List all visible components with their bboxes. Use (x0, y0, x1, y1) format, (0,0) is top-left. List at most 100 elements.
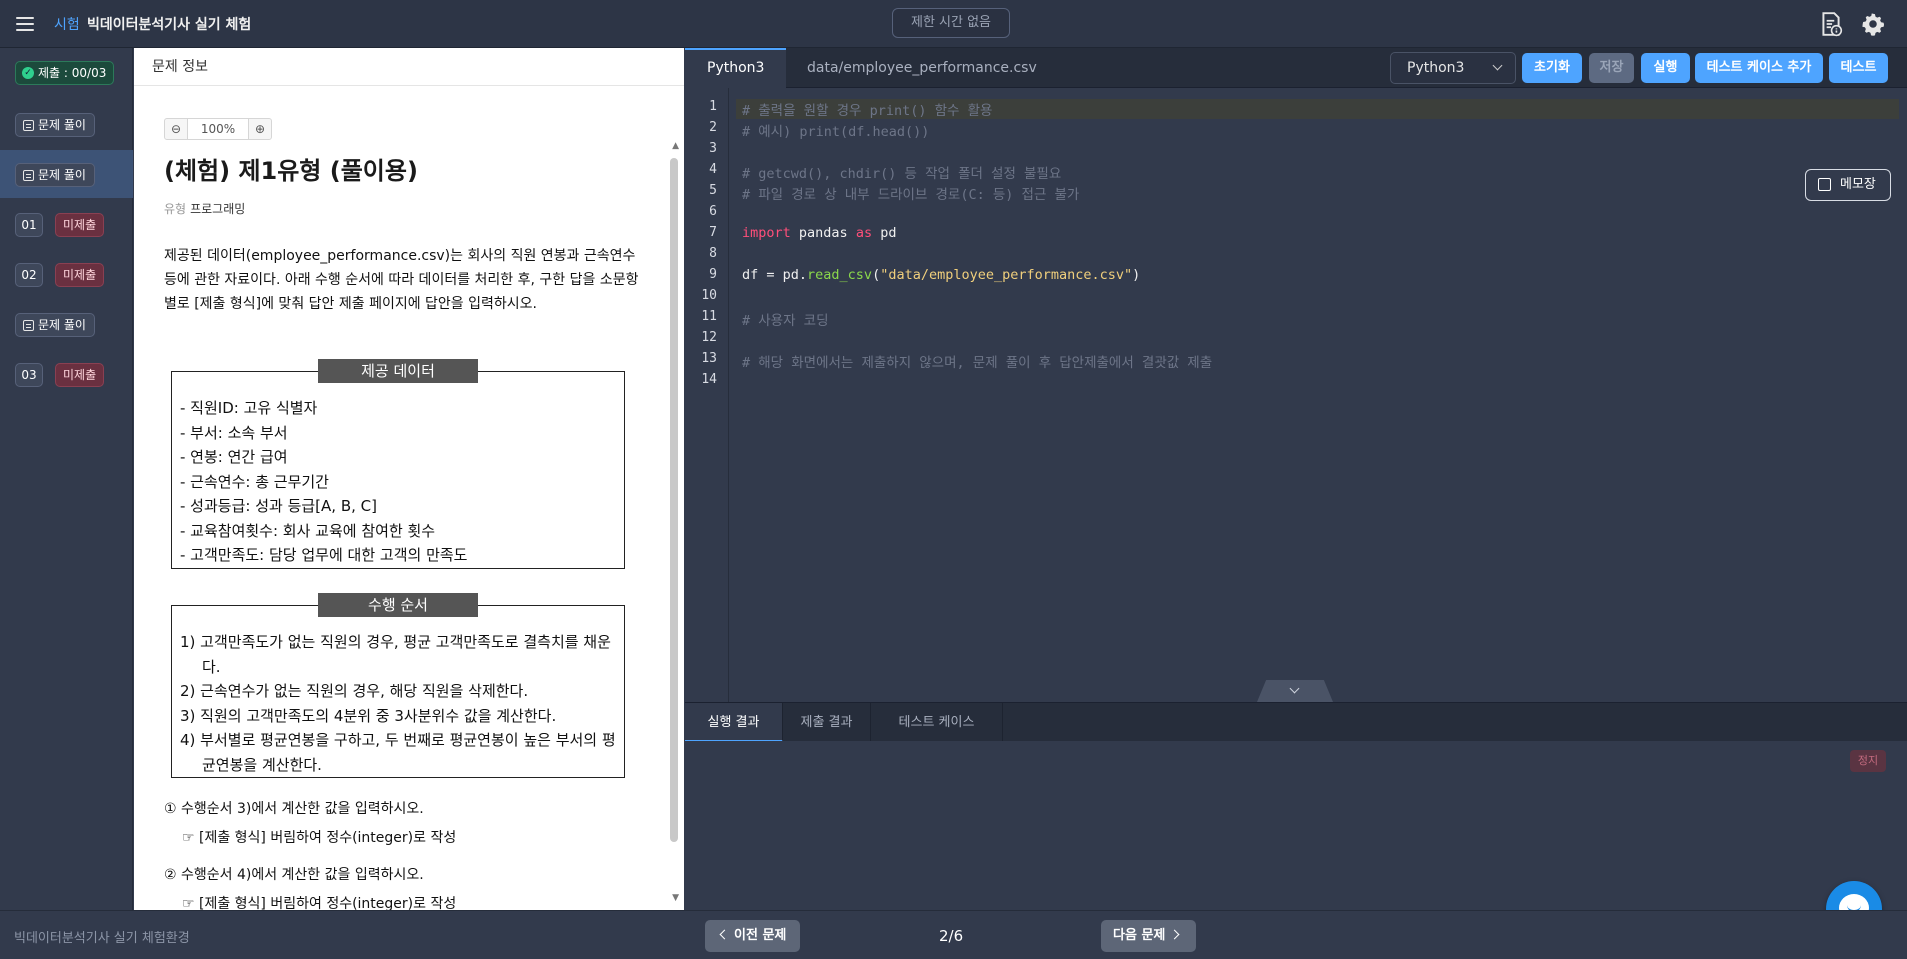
sidebar-item-label: 문제 풀이 (38, 318, 86, 332)
data-item: - 근속연수: 총 근무기간 (180, 472, 329, 491)
status-badge: 미제출 (55, 263, 105, 287)
code-editor[interactable]: 1 2 3 4 5 6 7 8 9 10 11 12 13 14 # 출력을 원… (685, 88, 1907, 702)
code-line-comment: # 해당 화면에서는 제출하지 않으며, 문제 풀이 후 답안제출에서 결괏값 … (742, 355, 1213, 371)
scroll-down-arrow[interactable]: ▼ (672, 893, 679, 903)
language-select-value: Python3 (1407, 60, 1465, 76)
status-badge: 미제출 (55, 363, 105, 387)
question-number: 01 (15, 213, 43, 237)
question-1-format: ☞ [제출 형식] 버림하여 정수(integer)로 작성 (182, 830, 457, 846)
tab-test-cases[interactable]: 테스트 케이스 (871, 703, 1003, 742)
data-item: - 직원ID: 고유 식별자 (180, 399, 318, 417)
line-number: 13 (701, 351, 717, 366)
zoom-level: 100% (187, 119, 249, 139)
provided-data-title: 제공 데이터 (318, 359, 478, 383)
tab-python3[interactable]: Python3 (685, 48, 787, 88)
sidebar-item-solve[interactable]: 문제 풀이 (0, 100, 133, 148)
data-item: - 교육참여횟수: 회사 교육에 참여한 횟수 (180, 521, 436, 540)
prev-question-button[interactable]: 이전 문제 (705, 920, 800, 952)
question-2: ② 수행순서 4)에서 계산한 값을 입력하시오. (164, 867, 424, 883)
tab-run-result[interactable]: 실행 결과 (685, 703, 783, 742)
step-item: 3) 직원의 고객만족도의 4분위 중 3사분위수 값을 계산한다. (180, 706, 557, 725)
breadcrumb-exam: 시험 (54, 17, 80, 33)
footer-bar: 빅데이터분석기사 실기 체험환경 이전 문제 2/6 다음 문제 (0, 910, 1907, 959)
problem-panel-header: 문제 정보 (134, 48, 684, 86)
chevron-down-icon (1492, 60, 1503, 71)
collapse-editor-toggle[interactable] (1257, 680, 1333, 702)
line-number: 5 (709, 183, 717, 198)
sidebar-item-label: 문제 풀이 (38, 168, 86, 182)
memo-label: 메모장 (1840, 177, 1876, 192)
steps-title: 수행 순서 (318, 593, 478, 617)
run-button[interactable]: 실행 (1641, 53, 1690, 83)
document-icon (23, 319, 34, 331)
check-icon: ✓ (22, 67, 34, 79)
timer-display: 제한 시간 없음 (892, 8, 1010, 38)
problem-scrollbar[interactable] (670, 158, 678, 842)
zoom-control: ⊖ 100% ⊕ (164, 118, 272, 140)
code-line-comment: # 사용자 코딩 (742, 313, 829, 329)
data-item: - 성과등급: 성과 등급[A, B, C] (180, 497, 377, 515)
problem-type-value: 프로그래밍 (190, 202, 246, 216)
sidebar-item-question-01[interactable]: 01 미제출 (0, 200, 133, 248)
next-question-button[interactable]: 다음 문제 (1101, 920, 1196, 952)
step-item: 2) 근속연수가 없는 직원의 경우, 해당 직원을 삭제한다. (180, 682, 529, 700)
memo-button[interactable]: 메모장 (1805, 169, 1891, 201)
top-bar: 시험 빅데이터분석기사 실기 체험 제한 시간 없음 (0, 0, 1907, 48)
sidebar-item-label: 문제 풀이 (38, 118, 86, 132)
data-item: - 연봉: 연간 급여 (180, 448, 288, 466)
line-number: 9 (709, 267, 717, 282)
step-item: 4) 부서별로 평균연봉을 구하고, 두 번째로 평균연봉이 높은 부서의 평균… (180, 731, 616, 774)
line-number: 3 (709, 141, 717, 156)
tab-data-file[interactable]: data/employee_performance.csv (785, 48, 1059, 88)
note-icon (1818, 178, 1831, 191)
add-testcase-button[interactable]: 테스트 케이스 추가 (1695, 53, 1823, 83)
chevron-left-icon (719, 929, 730, 940)
line-number: 7 (709, 225, 717, 240)
sidebar-item-question-03[interactable]: 03 미제출 (0, 350, 133, 398)
scroll-up-arrow[interactable]: ▲ (672, 141, 679, 151)
test-button[interactable]: 테스트 (1829, 53, 1888, 83)
submit-status-badge: ✓ 제출 : 00/03 (15, 61, 115, 85)
stop-button[interactable]: 정지 (1850, 750, 1886, 772)
sidebar-item-solve[interactable]: 문제 풀이 (0, 300, 133, 348)
code-line-comment: # getcwd(), chdir() 등 작업 폴더 설정 불필요 (742, 166, 1062, 182)
line-number: 2 (709, 120, 717, 135)
provided-data-box: 제공 데이터 - 직원ID: 고유 식별자 - 부서: 소속 부서 - 연봉: … (171, 359, 625, 569)
line-number: 11 (701, 309, 717, 324)
question-1: ① 수행순서 3)에서 계산한 값을 입력하시오. (164, 801, 424, 817)
code-line-comment: # 예시) print(df.head()) (742, 124, 930, 140)
tab-submit-result[interactable]: 제출 결과 (783, 703, 871, 742)
steps-box: 수행 순서 1) 고객만족도가 없는 직원의 경우, 평균 고객만족도로 결측치… (171, 593, 625, 778)
zoom-in-icon[interactable]: ⊕ (249, 119, 271, 139)
sidebar: ✓ 제출 : 00/03 문제 풀이 문제 풀이 01 미제출 02 미제출 문… (0, 48, 133, 910)
problem-description: 제공된 데이터(employee_performance.csv)는 회사의 직… (164, 248, 639, 312)
data-item: - 부서: 소속 부서 (180, 423, 288, 442)
document-icon (23, 119, 34, 131)
line-number: 1 (709, 99, 717, 114)
code-line-read-csv: df = pd.read_csv("data/employee_performa… (742, 267, 1141, 283)
document-info-icon[interactable] (1818, 11, 1844, 37)
problem-panel: 문제 정보 ⊖ 100% ⊕ (체험) 제1유형 (풀이용) 유형 프로그래밍 제… (134, 48, 684, 912)
code-line-comment: # 출력을 원할 경우 print() 함수 활용 (736, 99, 1899, 119)
problem-type: 유형 프로그래밍 (164, 200, 245, 217)
language-select[interactable]: Python3 (1390, 52, 1516, 84)
sidebar-item-question-02[interactable]: 02 미제출 (0, 250, 133, 298)
save-button[interactable]: 저장 (1589, 53, 1634, 83)
problem-title: (체험) 제1유형 (풀이용) (164, 157, 418, 185)
reset-button[interactable]: 초기화 (1522, 53, 1582, 83)
page-indicator: 2/6 (939, 927, 964, 945)
line-number: 12 (701, 330, 717, 345)
gear-icon[interactable] (1860, 11, 1886, 37)
result-output (685, 741, 1907, 910)
zoom-out-icon[interactable]: ⊖ (165, 119, 187, 139)
line-number-gutter: 1 2 3 4 5 6 7 8 9 10 11 12 13 14 (685, 88, 729, 702)
step-item: 1) 고객만족도가 없는 직원의 경우, 평균 고객만족도로 결측치를 채운다. (180, 633, 611, 676)
line-number: 4 (709, 162, 717, 177)
sidebar-item-solve-active[interactable]: 문제 풀이 (0, 150, 133, 198)
line-number: 10 (701, 288, 717, 303)
status-badge: 미제출 (55, 213, 105, 237)
line-number: 6 (709, 204, 717, 219)
code-line-comment: # 파일 경로 상 내부 드라이브 경로(C: 등) 접근 불가 (742, 187, 1080, 203)
line-number: 14 (701, 372, 717, 387)
menu-icon[interactable] (14, 13, 36, 35)
